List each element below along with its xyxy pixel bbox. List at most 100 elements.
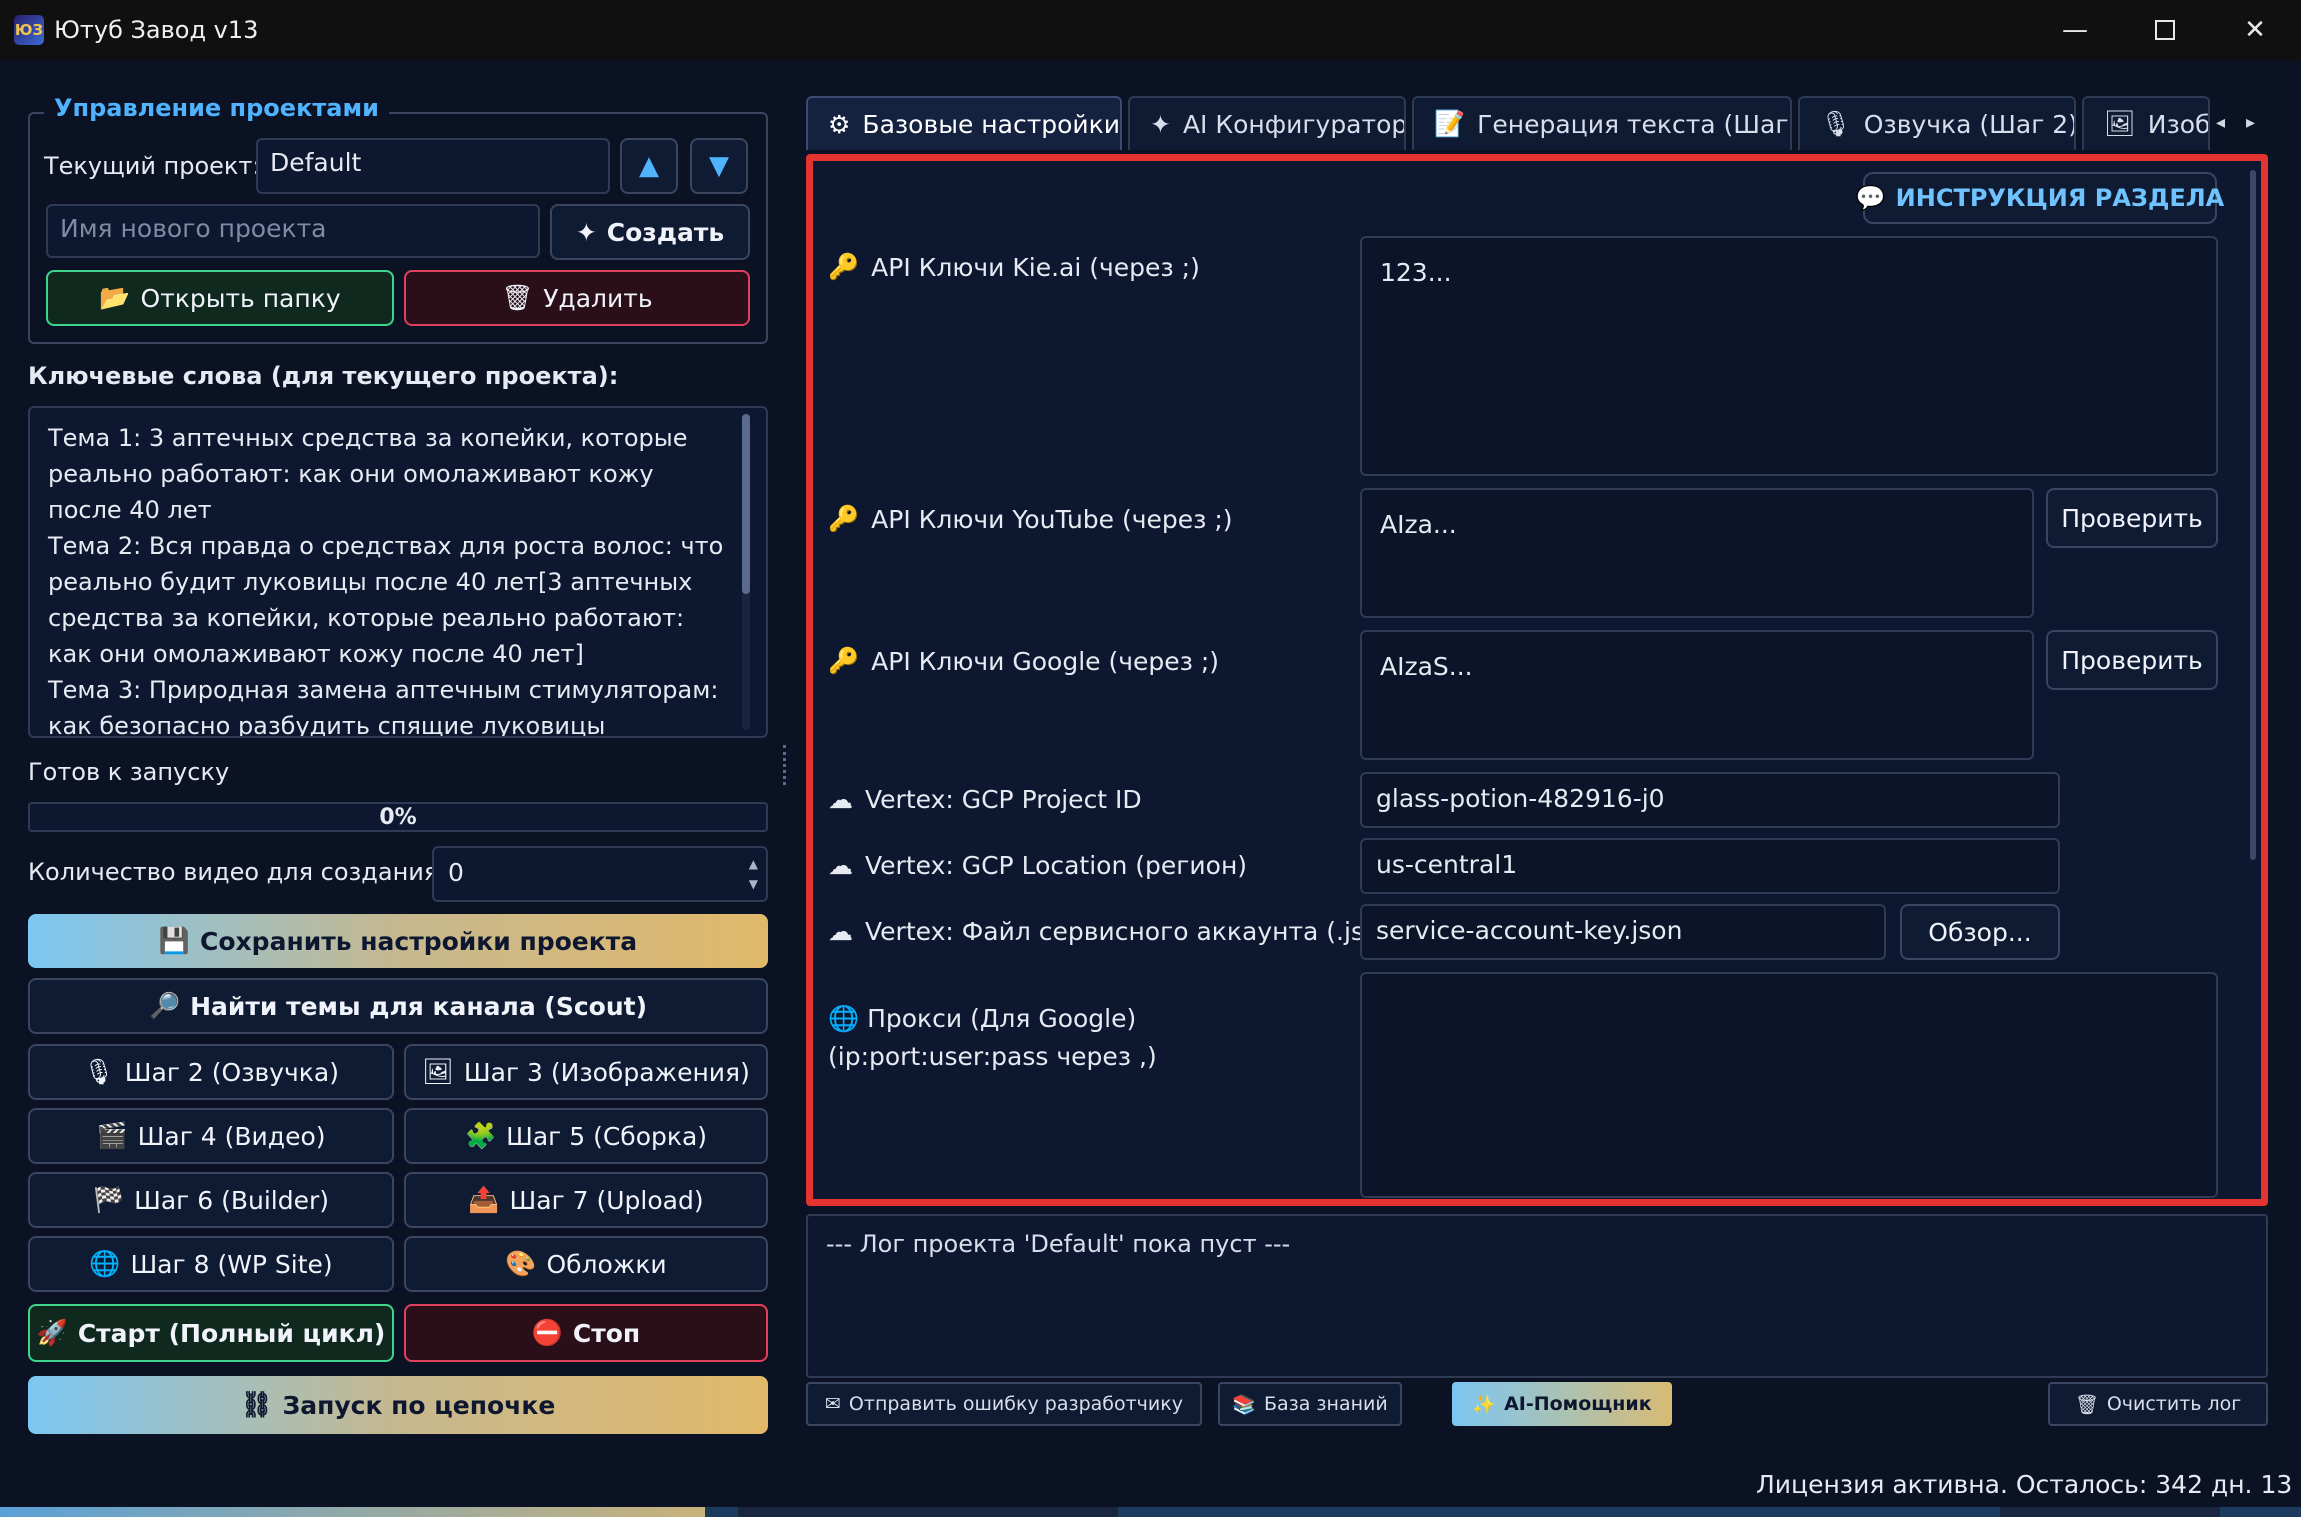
spin-up-icon[interactable]: ▲ <box>749 854 758 874</box>
tab-label: AI Конфигуратор <box>1182 109 1406 139</box>
service-account-file-input[interactable]: service-account-key.json <box>1360 904 1886 960</box>
google-keys-text: API Ключи Google (через ;) <box>871 646 1220 676</box>
tab-images[interactable]: 🖼 Изобр <box>2082 96 2210 150</box>
gcp-project-id-label: ☁ Vertex: GCP Project ID <box>828 785 1142 814</box>
keywords-heading: Ключевые слова (для текущего проекта): <box>28 362 619 390</box>
trash-icon: 🗑 <box>501 283 534 312</box>
step6-label: Шаг 6 (Builder) <box>134 1185 330 1215</box>
cloud-icon: ☁ <box>828 917 853 946</box>
step7-upload-button[interactable]: 📤 Шаг 7 (Upload) <box>404 1172 768 1228</box>
step3-label: Шаг 3 (Изображения) <box>463 1057 750 1087</box>
sparkle-icon: ✦ <box>1150 109 1171 139</box>
current-project-select[interactable]: Default <box>256 138 610 194</box>
panel-splitter-handle[interactable] <box>783 745 787 785</box>
tab-text-generation[interactable]: 📝 Генерация текста (Шаг 1) <box>1412 96 1792 150</box>
microphone-icon: 🎙 <box>83 1057 115 1086</box>
covers-button[interactable]: 🎨 Обложки <box>404 1236 768 1292</box>
current-project-label: Текущий проект: <box>44 152 261 180</box>
google-keys-textarea[interactable]: AIzaS... <box>1360 630 2034 760</box>
tab-voiceover[interactable]: 🎙 Озвучка (Шаг 2) <box>1798 96 2076 150</box>
license-status: Лицензия активна. Осталось: 342 дн. 13 ч… <box>1756 1470 2301 1499</box>
palette-icon: 🎨 <box>505 1249 537 1278</box>
report-error-label: Отправить ошибку разработчику <box>848 1393 1183 1415</box>
sparkle-icon: ✦ <box>575 217 597 247</box>
delete-project-label: Удалить <box>543 283 653 313</box>
tab-basic-settings[interactable]: ⚙ Базовые настройки <box>806 96 1122 150</box>
video-count-value: 0 <box>448 858 464 887</box>
stop-icon: ⛔ <box>531 1318 563 1347</box>
magnifier-icon: 🔎 <box>148 991 181 1020</box>
clear-log-button[interactable]: 🗑 Очистить лог <box>2048 1382 2268 1426</box>
arrow-up-icon: ▲ <box>639 151 659 181</box>
create-project-button[interactable]: ✦ Создать <box>550 204 750 260</box>
section-instruction-label: ИНСТРУКЦИЯ РАЗДЕЛА <box>1895 184 2225 212</box>
step5-assembly-button[interactable]: 🧩 Шаг 5 (Сборка) <box>404 1108 768 1164</box>
step6-builder-button[interactable]: 🏁 Шаг 6 (Builder) <box>28 1172 394 1228</box>
keywords-scrollbar-thumb[interactable] <box>742 414 750 594</box>
browse-button[interactable]: Обзор... <box>1900 904 2060 960</box>
kie-keys-textarea[interactable]: 123... <box>1360 236 2218 476</box>
tab-scroll-left-icon[interactable]: ◂ <box>2216 112 2225 133</box>
progress-text: 0% <box>379 804 417 830</box>
keyword-line: Тема 2: Вся правда о средствах для роста… <box>48 532 724 668</box>
settings-scrollbar-thumb[interactable] <box>2250 170 2256 860</box>
step4-video-button[interactable]: 🎬 Шаг 4 (Видео) <box>28 1108 394 1164</box>
tab-ai-configurator[interactable]: ✦ AI Конфигуратор <box>1128 96 1406 150</box>
save-settings-label: Сохранить настройки проекта <box>200 926 638 956</box>
find-topics-button[interactable]: 🔎 Найти темы для канала (Scout) <box>28 978 768 1034</box>
memo-icon: 📝 <box>1434 109 1466 138</box>
covers-label: Обложки <box>546 1249 667 1279</box>
close-button[interactable]: ✕ <box>2210 0 2300 60</box>
minimize-button[interactable]: — <box>2030 0 2120 60</box>
knowledge-base-button[interactable]: 📚 База знаний <box>1218 1382 1402 1426</box>
spin-down-icon[interactable]: ▼ <box>749 874 758 894</box>
chain-run-button[interactable]: ⛓ Запуск по цепочке <box>28 1376 768 1434</box>
delete-project-button[interactable]: 🗑 Удалить <box>404 270 750 326</box>
app-window: ЮЗ Ютуб Завод v13 — ✕ Управление проекта… <box>0 0 2301 1517</box>
envelope-icon: ✉ <box>825 1393 841 1415</box>
gcp-location-input[interactable]: us-central1 <box>1360 838 2060 894</box>
gcp-location-text: Vertex: GCP Location (регион) <box>865 851 1248 880</box>
start-full-cycle-button[interactable]: 🚀 Старт (Полный цикл) <box>28 1304 394 1362</box>
log-text: --- Лог проекта 'Default' пока пуст --- <box>826 1230 1291 1258</box>
report-error-button[interactable]: ✉ Отправить ошибку разработчику <box>806 1382 1202 1426</box>
image-icon: 🖼 <box>422 1057 454 1086</box>
new-project-name-input[interactable]: Имя нового проекта <box>46 204 540 258</box>
move-up-button[interactable]: ▲ <box>620 138 678 194</box>
gear-icon: ⚙ <box>828 109 851 139</box>
save-settings-button[interactable]: 💾 Сохранить настройки проекта <box>28 914 768 968</box>
keywords-textarea[interactable]: Тема 1: 3 аптечных средства за копейки, … <box>28 406 768 738</box>
youtube-keys-label: 🔑 API Ключи YouTube (через ;) <box>828 504 1233 534</box>
move-down-button[interactable]: ▼ <box>690 138 748 194</box>
step4-label: Шаг 4 (Видео) <box>137 1121 326 1151</box>
section-instruction-button[interactable]: 💬 ИНСТРУКЦИЯ РАЗДЕЛА <box>1856 172 2224 224</box>
stop-button[interactable]: ⛔ Стоп <box>404 1304 768 1362</box>
step2-voice-button[interactable]: 🎙 Шаг 2 (Озвучка) <box>28 1044 394 1100</box>
video-count-spinbox[interactable]: 0 ▲ ▼ <box>432 846 768 902</box>
log-view[interactable]: --- Лог проекта 'Default' пока пуст --- <box>806 1214 2268 1378</box>
ai-assistant-button[interactable]: ✨ AI-Помощник <box>1452 1382 1672 1426</box>
check-google-button[interactable]: Проверить <box>2046 630 2218 690</box>
step2-label: Шаг 2 (Озвучка) <box>124 1057 339 1087</box>
check-youtube-button[interactable]: Проверить <box>2046 488 2218 548</box>
microphone-icon: 🎙 <box>1820 109 1852 138</box>
sparkles-icon: ✨ <box>1472 1393 1497 1416</box>
step8-wp-site-button[interactable]: 🌐 Шаг 8 (WP Site) <box>28 1236 394 1292</box>
step3-images-button[interactable]: 🖼 Шаг 3 (Изображения) <box>404 1044 768 1100</box>
close-icon: ✕ <box>2244 15 2266 45</box>
proxy-textarea[interactable] <box>1360 972 2218 1198</box>
clear-log-label: Очистить лог <box>2106 1393 2242 1415</box>
open-folder-label: Открыть папку <box>140 283 341 313</box>
youtube-keys-textarea[interactable]: AIza... <box>1360 488 2034 618</box>
open-folder-button[interactable]: 📂 Открыть папку <box>46 270 394 326</box>
title-bar: ЮЗ Ютуб Завод v13 — ✕ <box>0 0 2301 60</box>
service-account-file-label: ☁ Vertex: Файл сервисного аккаунта (.jso… <box>828 917 1405 946</box>
maximize-button[interactable] <box>2120 0 2210 60</box>
tab-scroll-right-icon[interactable]: ▸ <box>2246 112 2255 133</box>
spin-arrows[interactable]: ▲ ▼ <box>749 854 758 894</box>
key-icon: 🔑 <box>828 252 860 281</box>
clapperboard-icon: 🎬 <box>96 1121 128 1150</box>
tab-label: Изобр <box>2147 109 2210 139</box>
gcp-project-id-input[interactable]: glass-potion-482916-j0 <box>1360 772 2060 828</box>
globe-icon: 🌐 <box>828 1004 860 1033</box>
